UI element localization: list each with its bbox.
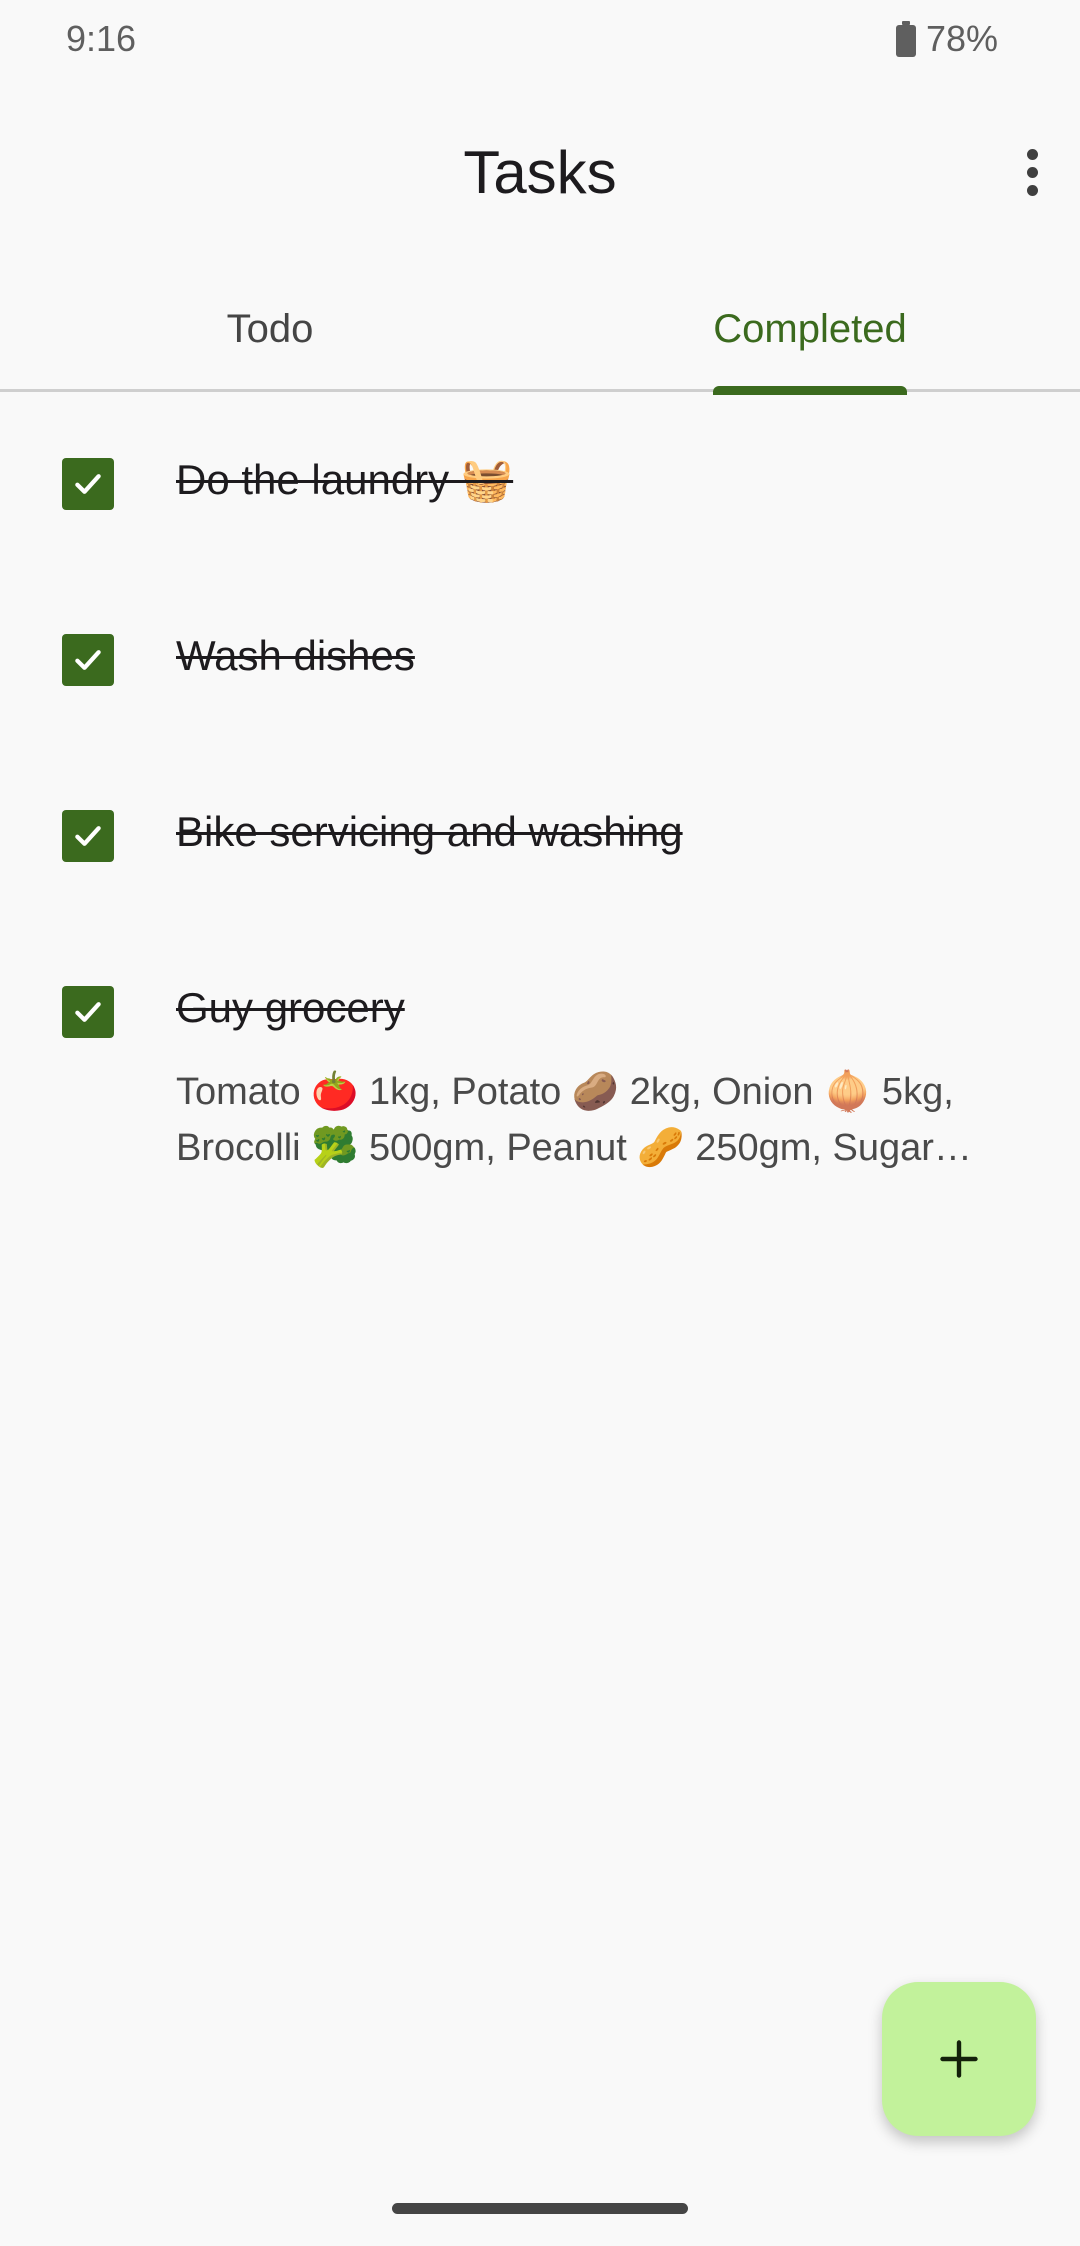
task-checkbox[interactable] [62, 458, 114, 510]
add-task-button[interactable] [882, 1982, 1036, 2136]
task-description: Tomato 🍅 1kg, Potato 🥔 2kg, Onion 🧅 5kg,… [176, 1071, 972, 1169]
battery-icon [895, 21, 916, 57]
status-time: 9:16 [66, 18, 137, 59]
tab-bar: Todo Completed [0, 270, 1080, 392]
check-icon [75, 474, 101, 494]
gesture-navigation-bar[interactable] [392, 2203, 688, 2214]
battery-level: 78% [925, 18, 998, 59]
more-options-button[interactable] [992, 132, 1072, 212]
more-vert-icon [1026, 148, 1038, 160]
task-title: Do the laundry 🧺 [176, 456, 514, 503]
status-bar: 9:16 78% [0, 0, 1080, 80]
tasks-screen: 9:16 78% Tasks Todo Completed Do the lau… [0, 0, 1080, 2246]
tab-completed[interactable]: Completed [540, 270, 1080, 389]
task-title: Guy grocery [176, 984, 405, 1031]
tab-indicator [713, 386, 907, 395]
task-checkbox[interactable] [62, 810, 114, 862]
task-title: Bike servicing and washing [176, 808, 683, 855]
check-icon [75, 1002, 101, 1022]
app-bar: Tasks [0, 110, 1080, 230]
task-checkbox[interactable] [62, 634, 114, 686]
status-right: 78% [895, 18, 998, 60]
check-icon [75, 650, 101, 670]
task-title: Wash dishes [176, 632, 415, 679]
page-title: Tasks [463, 139, 617, 206]
task-checkbox[interactable] [62, 986, 114, 1038]
add-icon [940, 2040, 978, 2078]
tab-todo[interactable]: Todo [0, 270, 540, 389]
check-icon [75, 826, 101, 846]
